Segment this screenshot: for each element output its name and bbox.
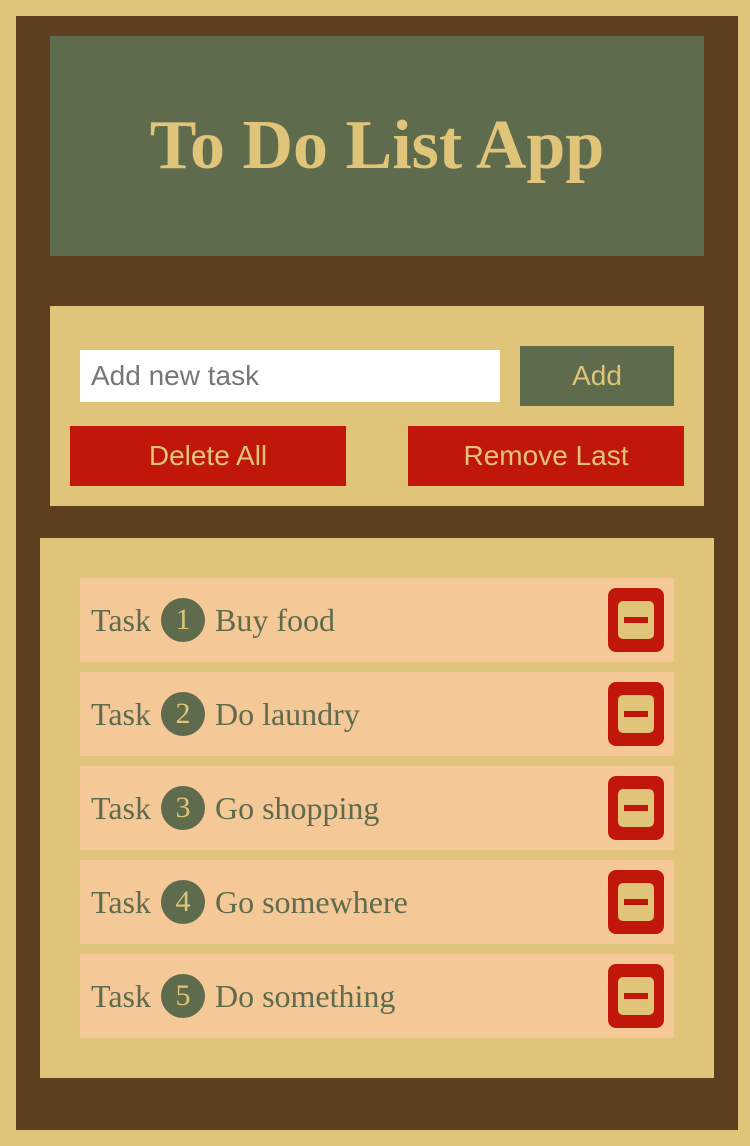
task-number-badge: 1 (160, 598, 205, 642)
task-number-badge: 4 (160, 880, 205, 924)
task-item: Task 1 Buy food (80, 578, 674, 662)
remove-task-button[interactable] (608, 776, 664, 840)
controls-panel: Add Delete All Remove Last (50, 306, 704, 506)
task-number-badge: 5 (160, 974, 205, 1018)
minus-square-icon (618, 695, 654, 733)
remove-task-button[interactable] (608, 964, 664, 1028)
task-item: Task 3 Go shopping (80, 766, 674, 850)
remove-last-button[interactable]: Remove Last (408, 426, 684, 486)
delete-all-button[interactable]: Delete All (70, 426, 346, 486)
task-item: Task 4 Go somewhere (80, 860, 674, 944)
task-text: Do laundry (214, 695, 360, 732)
task-text: Go shopping (214, 789, 380, 826)
remove-task-button[interactable] (608, 870, 664, 934)
minus-square-icon (618, 601, 654, 639)
minus-square-icon (618, 789, 654, 827)
task-number-badge: 3 (160, 786, 205, 830)
add-button[interactable]: Add (520, 346, 674, 406)
task-text: Buy food (214, 601, 335, 638)
minus-square-icon (618, 883, 654, 921)
minus-square-icon (618, 977, 654, 1015)
task-number-badge: 2 (160, 692, 205, 736)
task-prefix: Task (91, 789, 151, 826)
task-text: Do something (214, 977, 396, 1014)
task-item: Task 5 Do something (80, 954, 674, 1038)
task-item: Task 2 Do laundry (80, 672, 674, 756)
new-task-input[interactable] (80, 350, 500, 402)
app-title: To Do List App (149, 107, 605, 184)
task-list: Task 1 Buy food Task 2 Do laundry Task 3… (80, 578, 674, 1048)
task-list-panel: Task 1 Buy food Task 2 Do laundry Task 3… (40, 538, 714, 1078)
task-prefix: Task (91, 601, 151, 638)
task-text: Go somewhere (214, 883, 408, 920)
app-header: To Do List App (50, 36, 704, 256)
task-prefix: Task (91, 977, 151, 1014)
task-prefix: Task (91, 883, 151, 920)
task-prefix: Task (91, 695, 151, 732)
remove-task-button[interactable] (608, 682, 664, 746)
remove-task-button[interactable] (608, 588, 664, 652)
